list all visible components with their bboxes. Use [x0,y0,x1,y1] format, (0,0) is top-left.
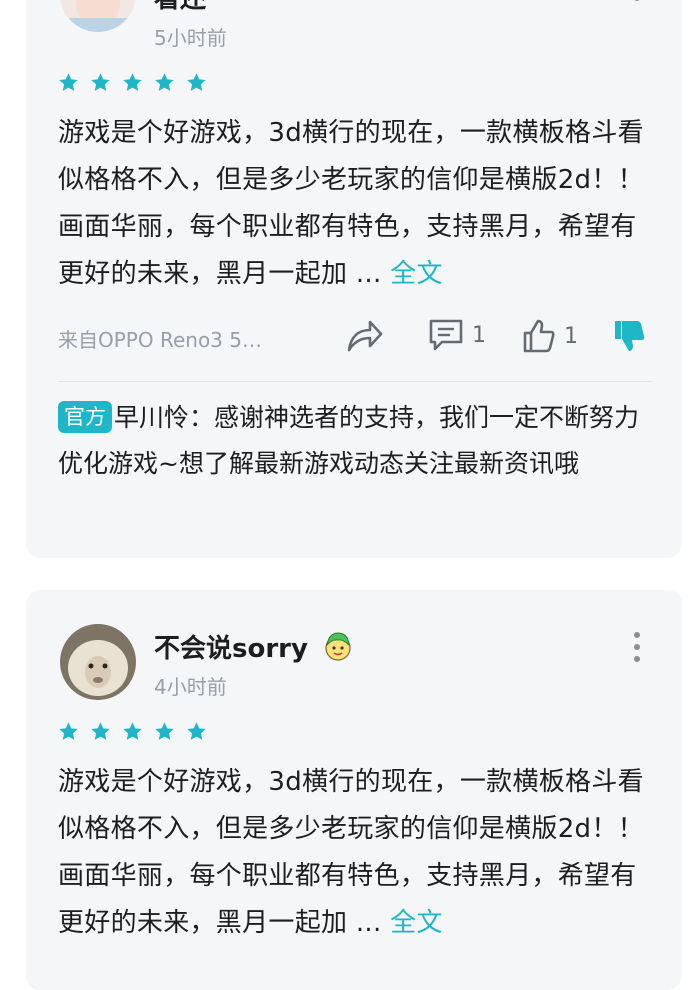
like-icon [523,319,555,353]
more-icon[interactable] [634,632,642,662]
review-card: 看还 5小时前 游戏是个好游戏，3d横行的现在，一款横板格斗看似格格不入，但是多… [26,0,682,558]
divider [58,381,652,382]
username-row[interactable]: 不会说sorry [154,628,353,665]
avatar[interactable] [60,0,136,32]
more-icon[interactable] [634,0,642,1]
like-button[interactable]: 1 [522,318,578,354]
username[interactable]: 看还 [154,0,206,15]
official-badge: 官方 [58,401,112,433]
review-text-block[interactable]: 游戏是个好游戏，3d横行的现在，一款横板格斗看似格格不入，但是多少老玩家的信仰是… [58,110,658,298]
full-text-link[interactable]: 全文 [390,908,443,938]
comment-button[interactable]: 1 [428,318,486,352]
official-reply-text: 早川怜：感谢神选者的支持，我们一定不断努力优化游戏~想了解最新游戏动态关注最新资… [58,403,640,478]
full-text-link[interactable]: 全文 [390,259,443,289]
review-text-block[interactable]: 游戏是个好游戏，3d横行的现在，一款横板格斗看似格格不入，但是多少老玩家的信仰是… [58,759,658,947]
dislike-icon [615,321,645,351]
comment-icon [429,319,463,351]
device-label: 来自OPPO Reno3 5… [58,328,262,352]
rating-stars [58,72,207,93]
review-actions: 来自OPPO Reno3 5… 1 1 [58,318,652,358]
share-button[interactable] [346,318,384,354]
star-icon [155,722,174,740]
emoji-icon [325,632,351,661]
star-icon [123,722,142,740]
star-icon [59,73,78,91]
comment-count: 1 [472,322,486,348]
review-card: 不会说sorry 4小时前 游戏是个好游戏，3d横行的现在，一款横板格斗看似格格… [26,590,682,990]
official-reply: 官方 早川怜：感谢神选者的支持，我们一定不断努力优化游戏~想了解最新游戏动态关注最… [58,395,658,487]
star-icon [123,73,142,91]
rating-stars [58,721,207,742]
star-icon [187,73,206,91]
star-icon [91,722,110,740]
username: 不会说sorry [154,634,308,664]
review-text: 游戏是个好游戏，3d横行的现在，一款横板格斗看似格格不入，但是多少老玩家的信仰是… [58,767,644,938]
post-time: 4小时前 [154,675,227,699]
share-icon [347,320,383,352]
star-icon [155,73,174,91]
post-time: 5小时前 [154,26,227,50]
star-icon [91,73,110,91]
star-icon [59,722,78,740]
like-count: 1 [564,323,578,349]
dislike-button[interactable] [612,318,646,354]
star-icon [187,722,206,740]
review-text: 游戏是个好游戏，3d横行的现在，一款横板格斗看似格格不入，但是多少老玩家的信仰是… [58,118,644,289]
avatar[interactable] [60,624,136,700]
